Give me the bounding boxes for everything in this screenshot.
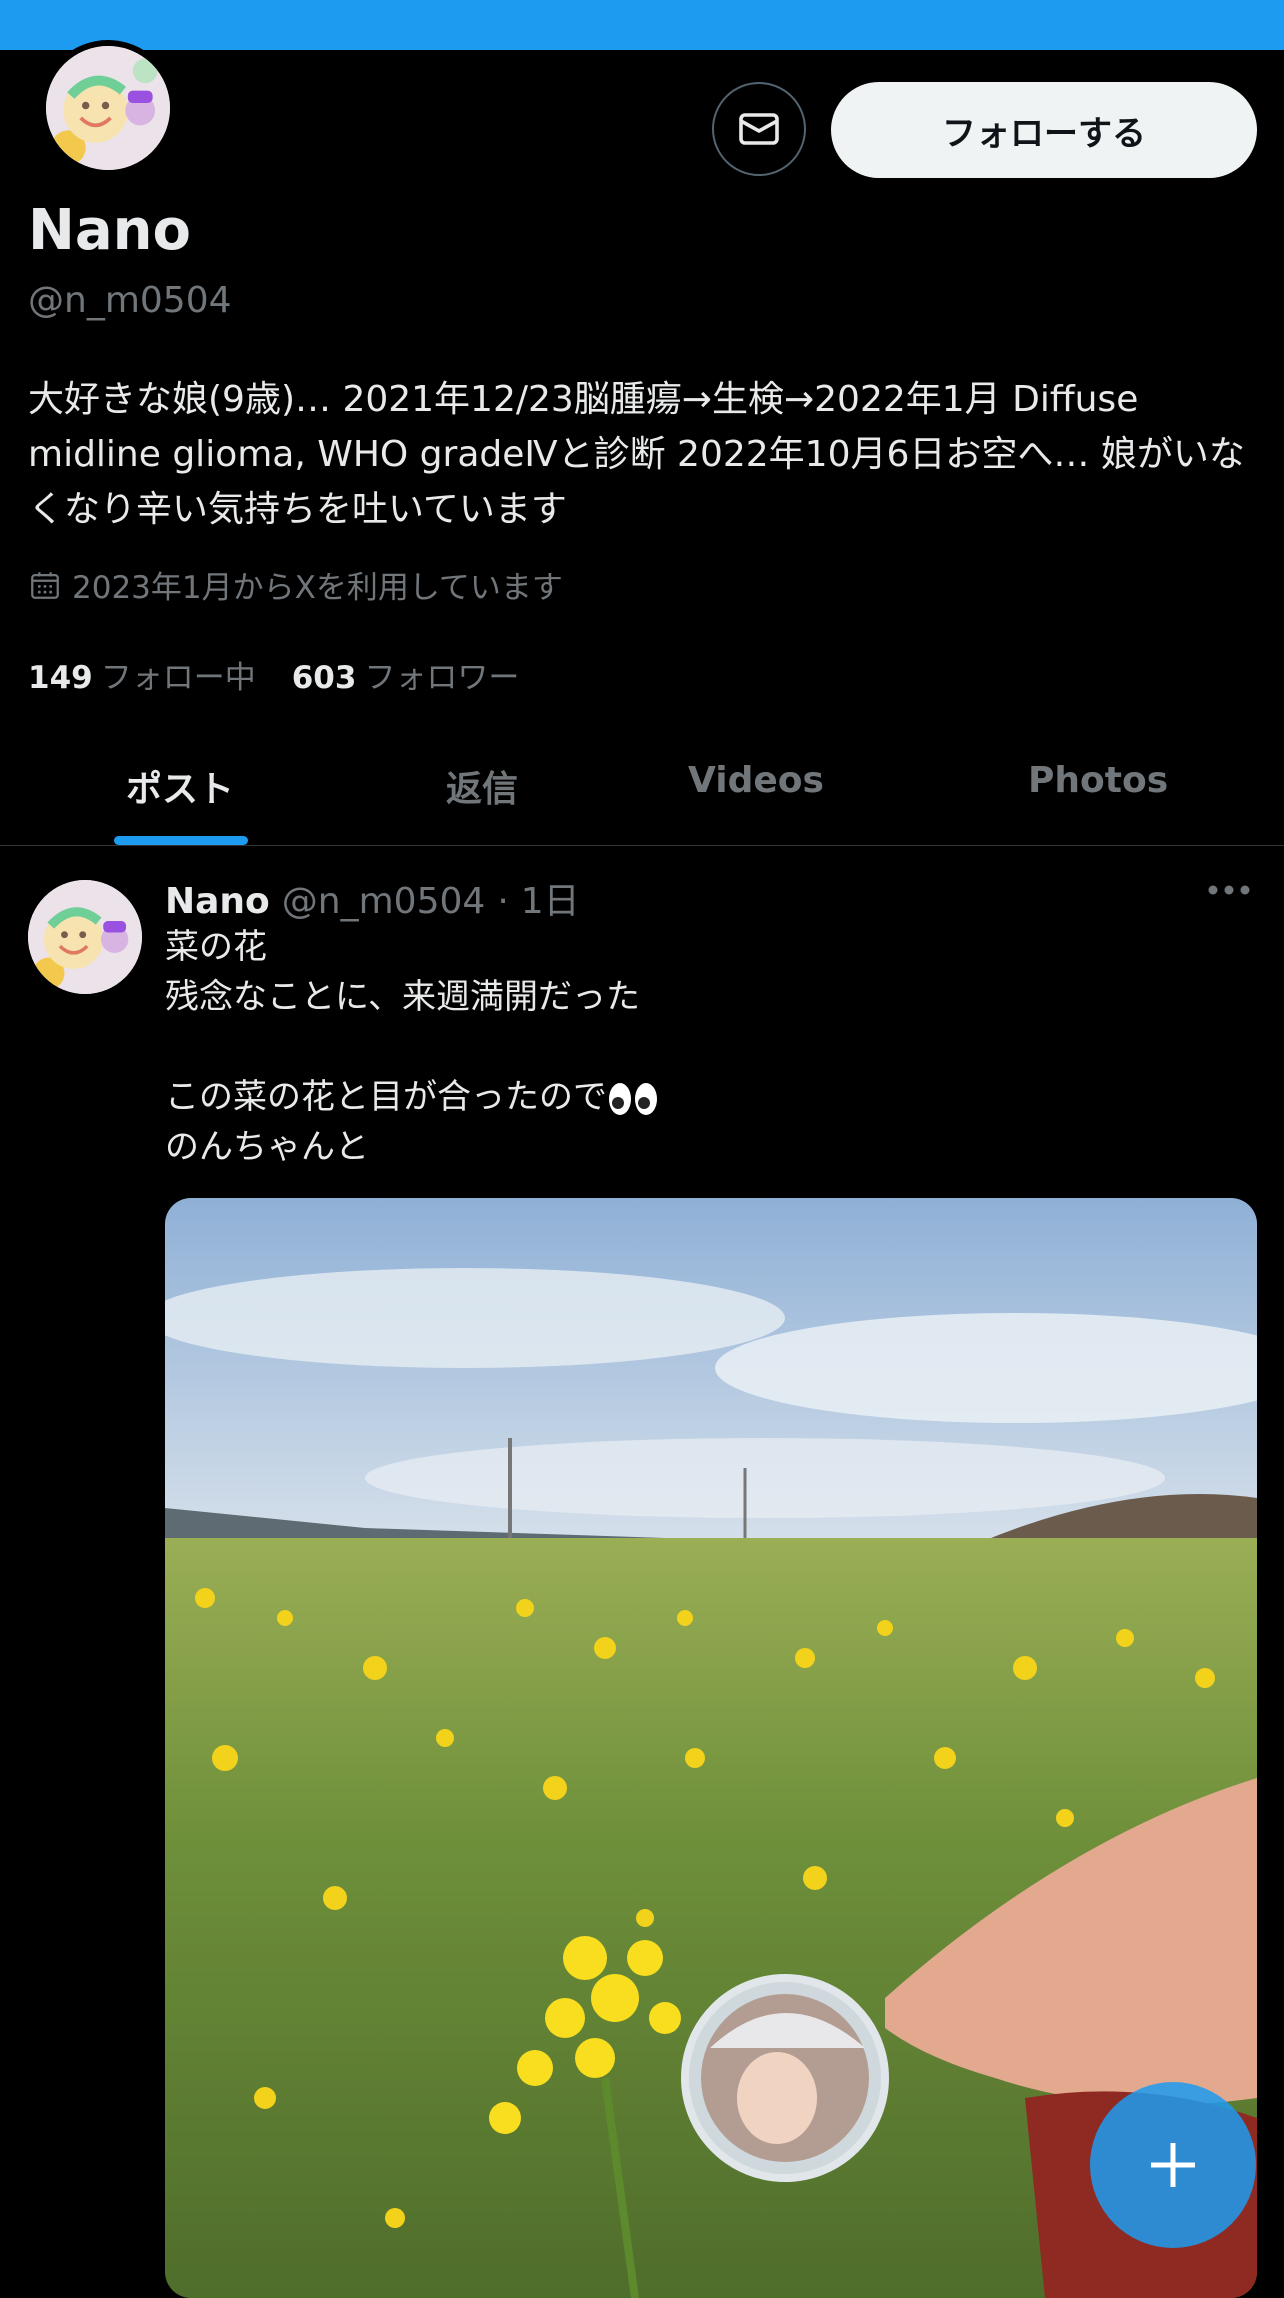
follow-button-label: フォローする bbox=[942, 113, 1146, 154]
post-line bbox=[165, 1022, 1245, 1072]
message-button[interactable] bbox=[712, 82, 806, 176]
follow-button[interactable]: フォローする bbox=[831, 82, 1257, 178]
tab-videos[interactable]: Videos bbox=[688, 760, 824, 801]
compose-button[interactable] bbox=[1090, 2082, 1256, 2248]
profile-handle: @n_m0504 bbox=[28, 280, 232, 321]
post-line: のんちゃんと bbox=[165, 1127, 369, 1167]
profile-name: Nano bbox=[28, 198, 191, 263]
plus-icon bbox=[1151, 2143, 1195, 2187]
post-author-handle[interactable]: @n_m0504 bbox=[282, 881, 486, 922]
followers-label: フォロワー bbox=[364, 660, 520, 696]
avatar-illustration bbox=[46, 46, 170, 170]
tab-photos[interactable]: Photos bbox=[1028, 760, 1168, 801]
profile-tabs: ポスト 返信 Videos Photos bbox=[0, 740, 1284, 846]
following-label: フォロー中 bbox=[100, 660, 256, 696]
post-line: この菜の花と目が合ったので bbox=[165, 1077, 607, 1117]
tab-posts[interactable]: ポスト bbox=[126, 760, 234, 812]
post-text: 菜の花残念なことに、来週満開だった この菜の花と目が合ったので のんちゃんと bbox=[165, 922, 1245, 1172]
followers-count: 603 bbox=[291, 660, 357, 696]
post-line: 残念なことに、来週満開だった bbox=[165, 977, 640, 1017]
post-header: Nano @n_m0504 · 1日 bbox=[165, 872, 580, 924]
tab-replies[interactable]: 返信 bbox=[446, 760, 518, 812]
post-avatar[interactable] bbox=[28, 880, 142, 994]
calendar-icon bbox=[31, 571, 59, 599]
profile-bio: 大好きな娘(9歳)… 2021年12/23脳腫瘍→生検→2022年1月 Diff… bbox=[28, 379, 1245, 530]
mail-icon bbox=[739, 113, 779, 145]
following-count: 149 bbox=[28, 660, 93, 696]
following-link[interactable]: 149 フォロー中 bbox=[28, 652, 256, 697]
profile-banner[interactable] bbox=[0, 0, 1284, 50]
profile-avatar[interactable] bbox=[40, 40, 176, 176]
followers-link[interactable]: 603 フォロワー bbox=[292, 652, 520, 697]
post-line: 菜の花 bbox=[165, 927, 267, 967]
joined-text: 2023年1月からXを利用しています bbox=[72, 570, 563, 606]
more-icon bbox=[1208, 885, 1250, 895]
eyes-emoji bbox=[609, 1082, 657, 1115]
active-tab-indicator bbox=[114, 836, 248, 845]
avatar-illustration bbox=[28, 880, 142, 994]
post-photo bbox=[165, 1198, 1257, 2298]
post-image[interactable] bbox=[165, 1198, 1257, 2298]
post-separator: · bbox=[497, 881, 509, 922]
post-line-with-emoji: この菜の花と目が合ったので bbox=[165, 1072, 1245, 1122]
post-more-button[interactable] bbox=[1206, 880, 1252, 904]
post-author-name[interactable]: Nano bbox=[165, 881, 270, 922]
profile-stats: 149 フォロー中 603 フォロワー bbox=[28, 652, 519, 697]
post-time[interactable]: 1日 bbox=[521, 872, 580, 924]
joined-date: 2023年1月からXを利用しています bbox=[28, 562, 563, 607]
